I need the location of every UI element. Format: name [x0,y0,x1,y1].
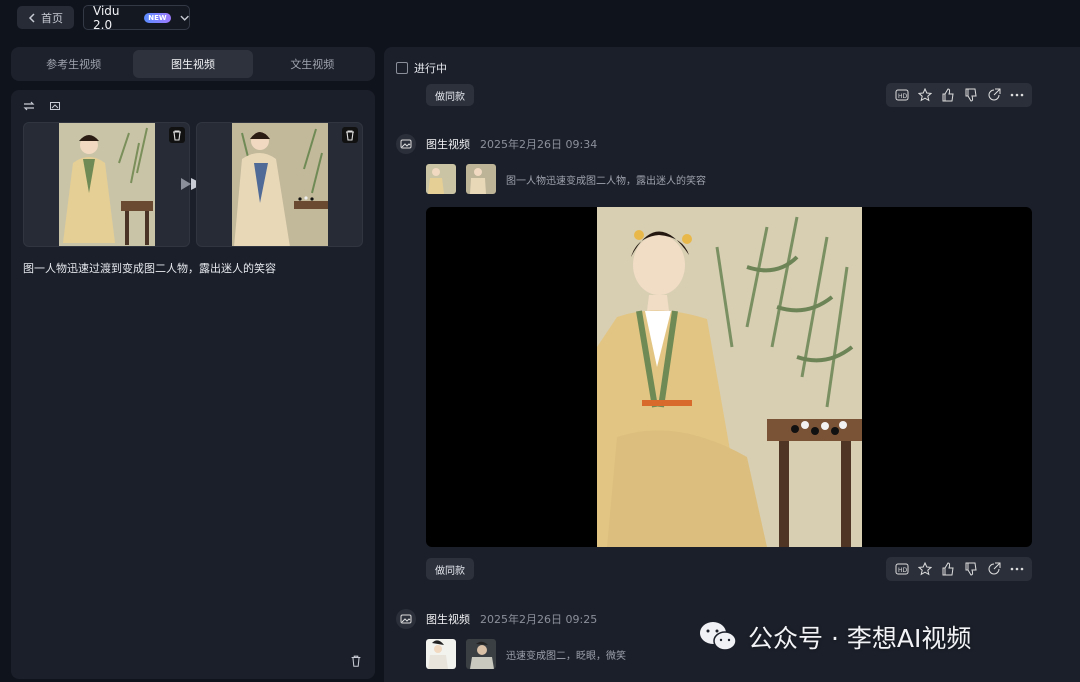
in-progress-label: 进行中 [414,62,447,75]
reference-thumbnail-3[interactable] [426,639,456,669]
tab-text-to-video[interactable]: 文生视频 [253,50,372,78]
swap-icon[interactable] [23,100,35,115]
reference-thumbnail-1[interactable] [426,164,456,194]
back-home-label: 首页 [41,11,63,25]
image-slot-2[interactable] [196,122,363,247]
task-reference-row: 图一人物迅速变成图二人物，露出迷人的笑容 [426,164,706,194]
thumbs-up-icon[interactable] [940,561,956,577]
chevron-down-icon [180,15,189,21]
task-header: 图生视频 2025年2月26日 09:34 [396,134,597,154]
clear-trash-button[interactable] [349,653,363,667]
task-header-2: 图生视频 2025年2月26日 09:25 [396,609,597,629]
tab-reference-video[interactable]: 参考生视频 [14,50,133,78]
share-icon[interactable] [986,87,1002,103]
image-tools [23,100,61,115]
model-select[interactable]: Vidu 2.0 NEW [83,3,190,32]
mode-tabs: 参考生视频 图生视频 文生视频 [11,47,375,81]
task-reference-row-2: 迅速变成图二，眨眼，微笑 [426,639,626,669]
crop-icon[interactable] [49,100,61,115]
delete-image-1-button[interactable] [169,127,185,143]
remix-button[interactable]: 做同款 [426,84,474,106]
task-prompt: 图一人物迅速变成图二人物，露出迷人的笑容 [506,175,706,187]
left-panel: 参考生视频 图生视频 文生视频 图一人物迅速过渡到变成图二人物，露出迷人的笑容 [11,47,375,679]
svg-text:HD: HD [898,567,908,574]
first-frame-thumbnail [59,123,155,246]
task-type-2: 图生视频 [426,613,470,626]
image-video-icon [396,609,416,629]
star-icon[interactable] [917,561,933,577]
back-home-button[interactable]: 首页 [17,6,74,29]
thumbs-down-icon[interactable] [963,561,979,577]
delete-image-2-button[interactable] [342,127,358,143]
task-type: 图生视频 [426,138,470,151]
wechat-icon [700,621,737,651]
trash-icon [351,655,361,667]
in-progress-checkbox[interactable] [396,62,408,74]
hd-icon[interactable]: HD [894,561,910,577]
star-icon[interactable] [917,87,933,103]
task-prompt-2: 迅速变成图二，眨眼，微笑 [506,650,626,662]
input-card: 图一人物迅速过渡到变成图二人物，露出迷人的笑容 [11,90,375,679]
share-icon[interactable] [986,561,1002,577]
thumbs-down-icon[interactable] [963,87,979,103]
remix-button-2[interactable]: 做同款 [426,558,474,580]
reference-thumbnail-4[interactable] [466,639,496,669]
reference-thumbnail-2[interactable] [466,164,496,194]
last-frame-thumbnail [232,123,328,246]
more-icon[interactable] [1009,87,1025,103]
model-name: Vidu 2.0 [93,3,120,32]
watermark-text: 公众号 · 李想AI视频 [748,623,972,653]
task-time: 2025年2月26日 09:34 [480,138,598,151]
prompt-text[interactable]: 图一人物迅速过渡到变成图二人物，露出迷人的笑容 [23,260,363,276]
results-panel: 进行中 做同款 HD 图生视频 2025年2月26日 09:34 图一人物迅速变… [384,47,1080,682]
tab-image-to-video[interactable]: 图生视频 [133,50,253,78]
image-video-icon [396,134,416,154]
in-progress-filter[interactable]: 进行中 [396,60,447,76]
svg-text:HD: HD [898,93,908,100]
hd-icon[interactable]: HD [894,87,910,103]
result-action-bar-2: HD [886,557,1032,581]
trash-icon [346,130,354,141]
result-action-bar: HD [886,83,1032,107]
thumbs-up-icon[interactable] [940,87,956,103]
video-frame [597,207,862,547]
trash-icon [173,130,181,141]
more-icon[interactable] [1009,561,1025,577]
task-time-2: 2025年2月26日 09:25 [480,613,598,626]
video-player[interactable] [426,207,1032,547]
new-badge: NEW [144,12,171,23]
image-slot-1[interactable] [23,122,190,247]
wechat-watermark: 公众号 · 李想AI视频 [698,603,1058,670]
top-bar: 首页 Vidu 2.0 NEW [0,0,1080,36]
chevron-left-icon [28,12,35,23]
